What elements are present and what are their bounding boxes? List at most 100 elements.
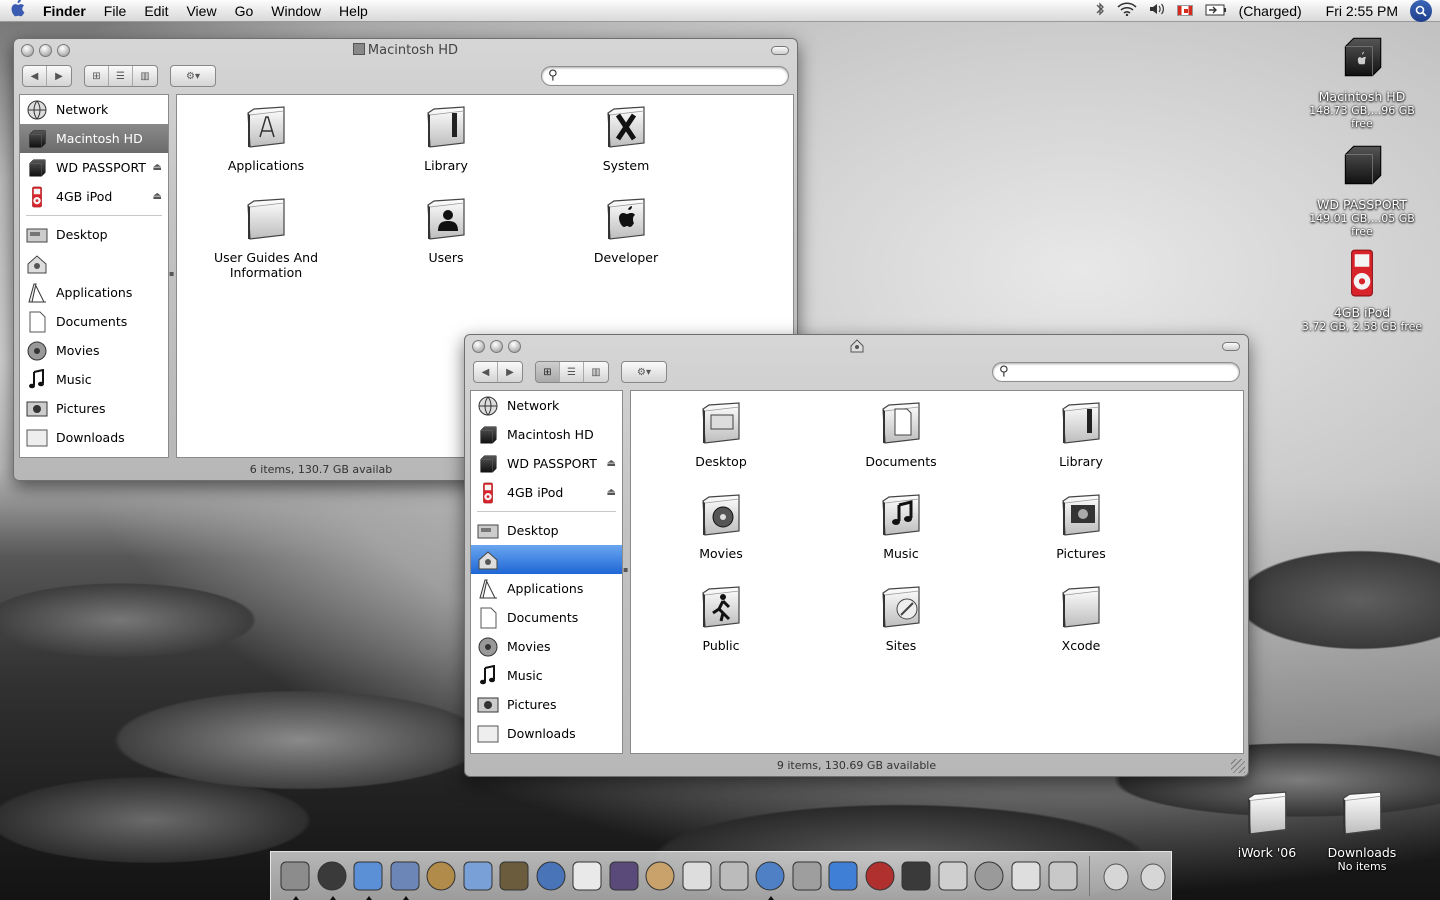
- folder-item-library[interactable]: Library: [1006, 399, 1156, 469]
- sidebar-item-network[interactable]: Network: [20, 95, 168, 124]
- apple-menu-icon[interactable]: [0, 0, 34, 22]
- sidebar-item-music[interactable]: Music: [471, 661, 622, 690]
- sidebar-item-applications[interactable]: Applications: [20, 278, 168, 307]
- dock-item-chess[interactable]: [898, 857, 934, 895]
- dock-item-interface-builder[interactable]: [789, 857, 825, 895]
- sidebar-item-macintosh-hd[interactable]: Macintosh HD: [20, 124, 168, 153]
- dock-item-front-row[interactable]: [606, 857, 642, 895]
- folder-item-music[interactable]: Music: [826, 491, 976, 561]
- eject-icon[interactable]: ⏏: [607, 458, 616, 469]
- folder-item-xcode[interactable]: Xcode: [1006, 583, 1156, 653]
- dock-item-system-preferences[interactable]: [971, 857, 1007, 895]
- input-menu-canada-flag-icon[interactable]: [1176, 5, 1193, 16]
- sidebar-item-wd-passport[interactable]: WD PASSPORT ⏏: [20, 153, 168, 182]
- list-view-button[interactable]: ☰: [109, 66, 133, 86]
- back-button[interactable]: ◀: [23, 66, 47, 86]
- menu-finder[interactable]: Finder: [34, 3, 95, 19]
- sidebar-item-desktop[interactable]: Desktop: [20, 220, 168, 249]
- sidebar-item-movies[interactable]: Movies: [20, 336, 168, 365]
- back-button[interactable]: ◀: [474, 362, 498, 382]
- menu-file[interactable]: File: [95, 3, 136, 19]
- desktop-item-wd-passport[interactable]: WD PASSPORT 149.01 GB,...05 GB free: [1297, 140, 1427, 238]
- sidebar-item-ipod[interactable]: 4GB iPod ⏏: [20, 182, 168, 211]
- icon-view-button[interactable]: ⊞: [85, 66, 109, 86]
- menu-view[interactable]: View: [177, 3, 225, 19]
- folder-item-documents[interactable]: Documents: [826, 399, 976, 469]
- search-field[interactable]: ⚲: [541, 66, 789, 86]
- sidebar-item-movies[interactable]: Movies: [471, 632, 622, 661]
- action-gear-icon[interactable]: ⚙▾: [622, 362, 666, 382]
- folder-item-sites[interactable]: Sites: [826, 583, 976, 653]
- menu-edit[interactable]: Edit: [135, 3, 177, 19]
- sidebar-item-desktop[interactable]: Desktop: [471, 516, 622, 545]
- dock-item-quicktime[interactable]: [825, 857, 861, 895]
- desktop-item-ipod[interactable]: 4GB iPod 3.72 GB, 2.58 GB free: [1297, 248, 1427, 333]
- folder-item-library[interactable]: Library: [371, 103, 521, 173]
- list-view-button[interactable]: ☰: [560, 362, 584, 382]
- sidebar-item-wd-passport[interactable]: WD PASSPORT ⏏: [471, 449, 622, 478]
- folder-item-users[interactable]: Users: [371, 195, 521, 265]
- sidebar-item-downloads[interactable]: Downloads: [471, 719, 622, 748]
- dock-item-itunes[interactable]: [460, 857, 496, 895]
- sidebar-item-pictures[interactable]: Pictures: [20, 394, 168, 423]
- folder-item-system[interactable]: System: [551, 103, 701, 173]
- resize-grip-icon[interactable]: [1231, 759, 1245, 773]
- search-field[interactable]: ⚲: [992, 362, 1240, 382]
- sidebar-item-home[interactable]: [20, 249, 168, 278]
- eject-icon[interactable]: ⏏: [153, 191, 162, 202]
- toolbar-toggle-button[interactable]: [771, 46, 789, 55]
- dock-item-address-book[interactable]: [423, 857, 459, 895]
- toolbar-toggle-button[interactable]: [1222, 342, 1240, 351]
- folder-item-movies[interactable]: Movies: [646, 491, 796, 561]
- forward-button[interactable]: ▶: [47, 66, 71, 86]
- dock-item-dashboard[interactable]: [314, 857, 350, 900]
- folder-item-developer[interactable]: Developer: [551, 195, 701, 265]
- dock-item-mail-stack[interactable]: [1098, 857, 1134, 895]
- forward-button[interactable]: ▶: [498, 362, 522, 382]
- bluetooth-icon[interactable]: [1095, 2, 1105, 19]
- menu-help[interactable]: Help: [330, 3, 377, 19]
- wifi-icon[interactable]: [1117, 2, 1137, 19]
- sidebar-item-macintosh-hd[interactable]: Macintosh HD: [471, 420, 622, 449]
- folder-item-applications[interactable]: Applications: [191, 103, 341, 173]
- menu-go[interactable]: Go: [226, 3, 263, 19]
- sidebar-item-ipod[interactable]: 4GB iPod ⏏: [471, 478, 622, 507]
- dock-item-mail[interactable]: [387, 857, 423, 900]
- dock-item-dictionary[interactable]: [716, 857, 752, 895]
- folder-item-public[interactable]: Public: [646, 583, 796, 653]
- dock-item-textedit[interactable]: [679, 857, 715, 895]
- sidebar-item-network[interactable]: Network: [471, 391, 622, 420]
- sidebar-item-home[interactable]: [471, 545, 622, 574]
- dock-item-preview[interactable]: [642, 857, 678, 895]
- dock-item-photo-booth[interactable]: [862, 857, 898, 895]
- column-view-button[interactable]: ▥: [133, 66, 157, 86]
- volume-icon[interactable]: [1149, 2, 1165, 19]
- menubar-clock[interactable]: Fri 2:55 PM: [1326, 3, 1398, 19]
- eject-icon[interactable]: ⏏: [607, 487, 616, 498]
- sidebar-item-music[interactable]: Music: [20, 365, 168, 394]
- desktop-item-macintosh-hd[interactable]: Macintosh HD 148.73 GB,...96 GB free: [1297, 32, 1427, 130]
- spotlight-icon[interactable]: [1410, 0, 1432, 22]
- dock-item-iphoto[interactable]: [496, 857, 532, 895]
- folder-item-user-guides[interactable]: User Guides And Information: [191, 195, 341, 280]
- sidebar-item-pictures[interactable]: Pictures: [471, 690, 622, 719]
- dock-item-x11[interactable]: [1008, 857, 1044, 895]
- dock-item-xcode[interactable]: [752, 857, 788, 900]
- dock-item-imovie[interactable]: [533, 857, 569, 895]
- dock-item-network-utility[interactable]: [1044, 857, 1080, 895]
- icon-view-button[interactable]: ⊞: [536, 362, 560, 382]
- sidebar-item-documents[interactable]: Documents: [471, 603, 622, 632]
- finder-window-home[interactable]: ◀ ▶ ⊞ ☰ ▥ ⚙▾ ⚲ Network Macintosh HD WD P…: [464, 334, 1249, 777]
- action-gear-icon[interactable]: ⚙▾: [171, 66, 215, 86]
- sidebar-item-documents[interactable]: Documents: [20, 307, 168, 336]
- column-view-button[interactable]: ▥: [584, 362, 608, 382]
- folder-item-desktop[interactable]: Desktop: [646, 399, 796, 469]
- dock-item-trash[interactable]: [1135, 857, 1171, 895]
- eject-icon[interactable]: ⏏: [153, 162, 162, 173]
- window-titlebar[interactable]: [465, 335, 1248, 357]
- window-titlebar[interactable]: Macintosh HD: [14, 39, 797, 61]
- sidebar-item-applications[interactable]: Applications: [471, 574, 622, 603]
- dock-item-safari[interactable]: [350, 857, 386, 900]
- dock-item-finder[interactable]: [277, 857, 313, 900]
- sidebar-item-downloads[interactable]: Downloads: [20, 423, 168, 452]
